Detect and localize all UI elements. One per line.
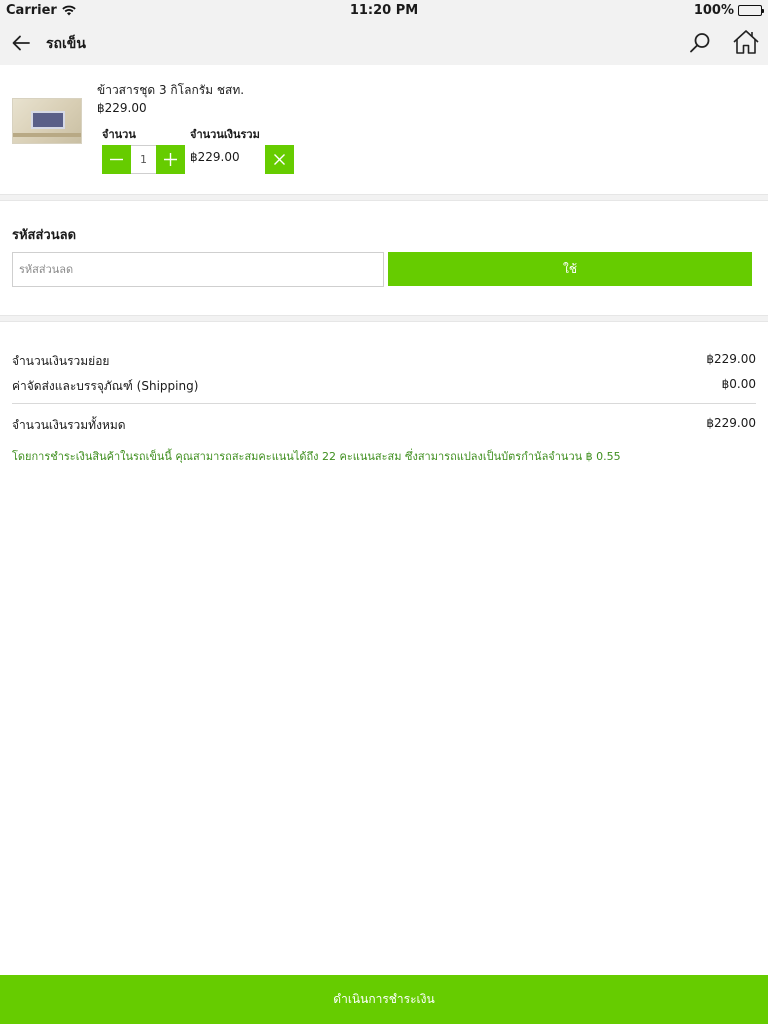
product-package-stripe	[13, 133, 81, 137]
product-price: ฿229.00	[97, 101, 147, 115]
coupon-title: รหัสส่วนลด	[12, 228, 77, 243]
section-divider	[0, 315, 768, 322]
quantity-decrease-button[interactable]	[102, 145, 131, 174]
item-total-label: จำนวนเงินรวม	[190, 128, 260, 141]
summary-divider	[12, 403, 756, 404]
loyalty-points-note: โดยการชำระเงินสินค้าในรถเข็นนี้ คุณสามาร…	[12, 450, 621, 463]
product-thumbnail[interactable]	[12, 98, 82, 144]
grand-total-label: จำนวนเงินรวมทั้งหมด	[12, 418, 126, 432]
shipping-row: ค่าจัดส่งและบรรจุภัณฑ์ (Shipping) ฿0.00	[12, 377, 756, 396]
status-battery-group: 100%	[693, 3, 764, 18]
product-package-label	[31, 111, 65, 129]
status-bar: Carrier 11:20 PM 100%	[0, 0, 768, 20]
remove-item-button[interactable]	[265, 145, 294, 174]
subtotal-row: จำนวนเงินรวมย่อย ฿229.00	[12, 352, 756, 371]
status-time: 11:20 PM	[349, 3, 419, 18]
grand-total-value: ฿229.00	[706, 416, 756, 430]
close-icon	[274, 154, 285, 165]
minus-icon	[110, 158, 123, 161]
quantity-field[interactable]: 1	[131, 145, 156, 174]
shipping-value: ฿0.00	[721, 377, 756, 391]
quantity-increase-button[interactable]	[156, 145, 185, 174]
home-icon[interactable]	[731, 28, 761, 56]
page-title: รถเข็น	[46, 36, 86, 52]
quantity-label: จำนวน	[102, 128, 136, 141]
cart-item: ข้าวสารชุด 3 กิโลกรัม ชสท. ฿229.00 จำนวน…	[0, 65, 768, 195]
battery-icon	[738, 5, 764, 16]
checkout-button[interactable]: ดำเนินการชำระเงิน	[0, 975, 768, 1024]
apply-coupon-button[interactable]: ใช้	[388, 252, 752, 286]
navigation-bar: รถเข็น	[0, 20, 768, 65]
section-divider	[0, 194, 768, 201]
subtotal-value: ฿229.00	[706, 352, 756, 366]
plus-icon	[164, 153, 177, 166]
product-name[interactable]: ข้าวสารชุด 3 กิโลกรัม ชสท.	[97, 81, 244, 100]
coupon-code-input[interactable]	[12, 252, 384, 287]
grand-total-row: จำนวนเงินรวมทั้งหมด ฿229.00	[12, 416, 756, 435]
search-icon[interactable]	[687, 30, 713, 56]
shipping-label: ค่าจัดส่งและบรรจุภัณฑ์ (Shipping)	[12, 379, 199, 393]
subtotal-label: จำนวนเงินรวมย่อย	[12, 354, 110, 368]
arrow-left-icon[interactable]	[9, 30, 35, 56]
item-total-value: ฿229.00	[190, 150, 240, 164]
battery-percent: 100%	[693, 3, 734, 18]
